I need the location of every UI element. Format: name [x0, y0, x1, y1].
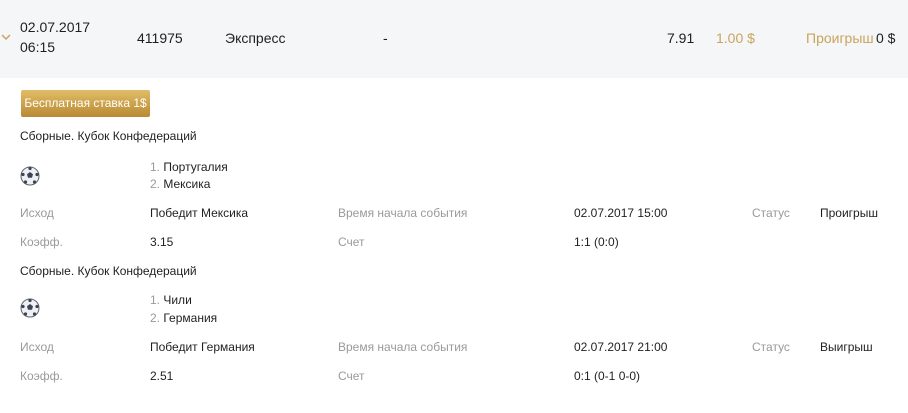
- bet-date: 02.07.2017: [20, 19, 91, 35]
- bet-event: -: [383, 30, 388, 46]
- bet-type: Экспресс: [225, 30, 286, 46]
- event-team-2: 2. Германия: [150, 311, 218, 325]
- status-value: Проигрыш: [820, 206, 878, 220]
- status-label: Статус: [752, 340, 790, 354]
- free-bet-badge: Бесплатная ставка 1$: [21, 90, 150, 117]
- outcome-value: Победит Мексика: [150, 206, 249, 220]
- bet-status: Проигрыш: [806, 30, 874, 46]
- bet-time: 06:15: [20, 39, 56, 55]
- status-label: Статус: [752, 206, 790, 220]
- start-time-label: Время начала события: [338, 340, 468, 354]
- bet-summary-row[interactable]: 02.07.2017 06:15 411975 Экспресс - 7.91 …: [0, 0, 908, 78]
- bet-stake: 1.00 $: [716, 30, 755, 46]
- status-value: Выигрыш: [820, 340, 873, 354]
- outcome-label: Исход: [20, 340, 54, 354]
- event-team-1: 1. Португалия: [150, 160, 228, 174]
- score-value: 0:1 (0-1 0-0): [574, 369, 641, 383]
- start-time-value: 02.07.2017 21:00: [574, 340, 668, 354]
- start-time-label: Время начала события: [338, 206, 468, 220]
- event-league: Сборные. Кубок Конфедераций: [20, 129, 197, 143]
- soccer-ball-icon: [20, 298, 40, 318]
- outcome-value: Победит Германия: [150, 340, 255, 354]
- start-time-value: 02.07.2017 15:00: [574, 206, 668, 220]
- chevron-down-icon[interactable]: [1, 32, 11, 42]
- bet-odds: 7.91: [667, 30, 695, 46]
- coef-value: 2.51: [150, 369, 174, 383]
- score-label: Счет: [338, 235, 365, 249]
- bet-id: 411975: [137, 30, 183, 46]
- coef-value: 3.15: [150, 235, 174, 249]
- bet-payout: 0 $: [876, 30, 896, 46]
- outcome-label: Исход: [20, 206, 54, 220]
- score-value: 1:1 (0:0): [574, 235, 619, 249]
- soccer-ball-icon: [20, 166, 40, 186]
- coef-label: Коэфф.: [20, 235, 63, 249]
- event-team-1: 1. Чили: [150, 293, 192, 307]
- coef-label: Коэфф.: [20, 369, 63, 383]
- event-league: Сборные. Кубок Конфедераций: [20, 264, 197, 278]
- score-label: Счет: [338, 369, 365, 383]
- event-team-2: 2. Мексика: [150, 177, 211, 191]
